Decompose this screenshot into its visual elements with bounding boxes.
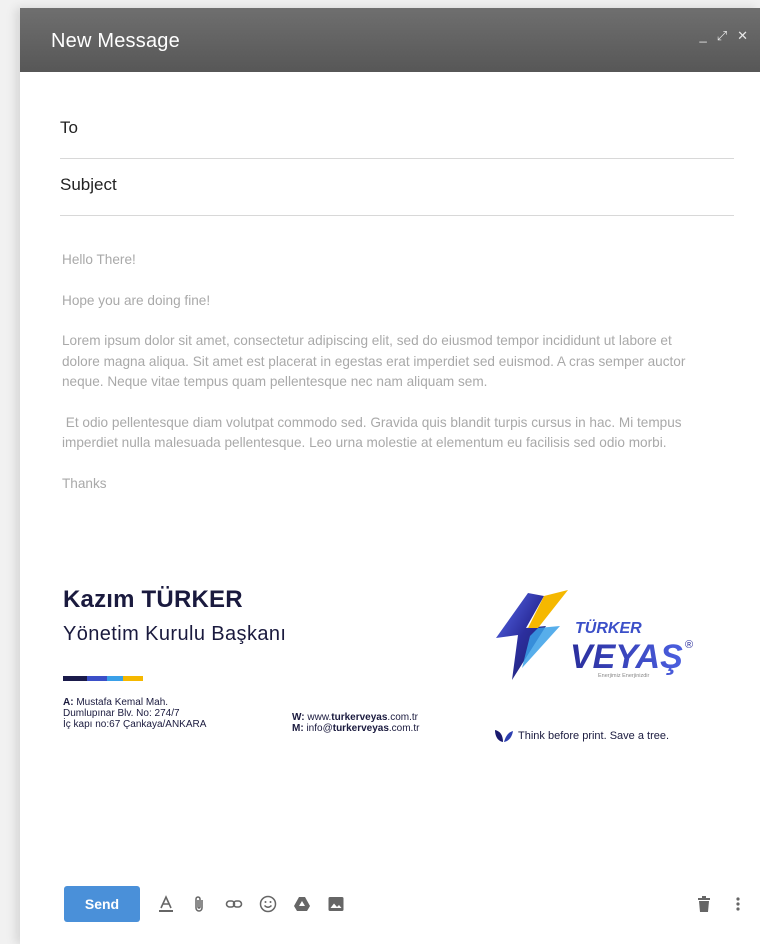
- signature-color-bar: [63, 676, 143, 681]
- logo-registered: ®: [685, 639, 693, 651]
- expand-icon[interactable]: ⤢: [717, 28, 727, 44]
- subject-label: Subject: [60, 175, 117, 194]
- title-bar[interactable]: New Message _ ⤢ ✕: [20, 8, 760, 72]
- more-icon[interactable]: [728, 894, 748, 914]
- mail-prefix: info@: [303, 723, 333, 734]
- send-button[interactable]: Send: [64, 886, 140, 922]
- leaf-icon: [495, 730, 513, 742]
- logo-main-word: VEYAŞ: [570, 638, 683, 676]
- bar-segment: [87, 676, 107, 681]
- bar-segment: [107, 676, 123, 681]
- close-icon[interactable]: ✕: [737, 28, 748, 44]
- signature-title: Yönetim Kurulu Başkanı: [63, 623, 287, 645]
- minimize-icon[interactable]: _: [699, 28, 706, 44]
- web-label: W:: [292, 712, 305, 723]
- emoji-icon[interactable]: [258, 894, 278, 914]
- image-icon[interactable]: [326, 894, 346, 914]
- tree-note: Think before print. Save a tree.: [494, 729, 669, 743]
- address-line-2: Dumlupınar Blv. No: 274/7: [63, 708, 180, 719]
- to-field[interactable]: To: [60, 118, 734, 159]
- signature-address: A: Mustafa Kemal Mah. Dumlupınar Blv. No…: [63, 697, 206, 730]
- company-logo: TÜRKER VEYAŞ ® Enerjimiz Enerjinizdir: [488, 588, 713, 683]
- tree-note-text: Think before print. Save a tree.: [518, 730, 670, 742]
- mail-suffix: .com.tr: [388, 723, 420, 734]
- web-suffix: .com.tr: [387, 712, 418, 723]
- logo-top-word: TÜRKER: [575, 618, 642, 637]
- window-controls: _ ⤢ ✕: [699, 28, 748, 44]
- window-title: New Message: [51, 30, 180, 52]
- drive-icon[interactable]: [292, 894, 312, 914]
- subject-field[interactable]: Subject: [60, 175, 734, 216]
- bolt-icon: TÜRKER VEYAŞ ® Enerjimiz Enerjinizdir: [496, 590, 693, 680]
- address-line-3: İç kapı no:67 Çankaya/ANKARA: [63, 719, 207, 730]
- link-icon[interactable]: [224, 894, 244, 914]
- closing-text: Thanks: [62, 475, 107, 491]
- attach-icon[interactable]: [190, 894, 210, 914]
- to-label: To: [60, 118, 78, 137]
- signature-name: Kazım TÜRKER: [63, 586, 243, 613]
- trash-icon[interactable]: [694, 894, 714, 914]
- greeting-text: Hello There!: [62, 252, 136, 267]
- mail-domain[interactable]: turkerveyas: [333, 723, 389, 734]
- intro-text: Hope you are doing fine!: [62, 292, 211, 308]
- address-line-1: Mustafa Kemal Mah.: [73, 697, 169, 708]
- compose-toolbar: Send: [64, 886, 748, 922]
- right-tools: [694, 894, 748, 914]
- compose-window: New Message _ ⤢ ✕ To Subject Hello There…: [20, 8, 760, 944]
- signature-contacts: W: www.turkerveyas.com.tr M: info@turker…: [292, 712, 419, 734]
- bar-segment: [123, 676, 143, 681]
- bar-segment: [63, 676, 87, 681]
- mail-label: M:: [292, 723, 304, 734]
- paragraph-2: Et odio pellentesque diam volutpat commo…: [62, 414, 686, 451]
- format-tools: [156, 894, 346, 914]
- text-format-icon[interactable]: [156, 894, 176, 914]
- message-body[interactable]: Hello There! Hope you are doing fine! Lo…: [62, 250, 702, 514]
- logo-tagline: Enerjimiz Enerjinizdir: [598, 673, 650, 679]
- web-prefix: www.: [304, 712, 332, 723]
- address-label: A:: [63, 697, 74, 708]
- web-domain[interactable]: turkerveyas: [331, 712, 387, 723]
- paragraph-1: Lorem ipsum dolor sit amet, consectetur …: [62, 333, 686, 389]
